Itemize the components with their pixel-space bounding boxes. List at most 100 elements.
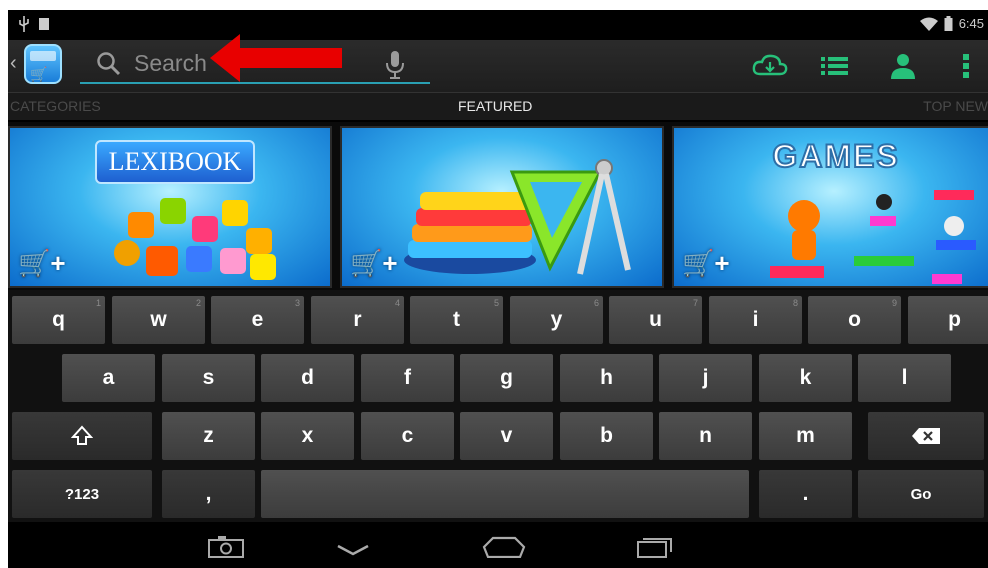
app-tile-icon — [186, 246, 212, 272]
search-icon — [97, 52, 121, 76]
key-a[interactable]: a — [62, 354, 155, 402]
key-m[interactable]: m — [759, 412, 852, 460]
key-s[interactable]: s — [162, 354, 255, 402]
key-x[interactable]: x — [261, 412, 354, 460]
featured-banner-education[interactable]: 🛒+ — [340, 126, 664, 288]
app-logo-icon[interactable]: 🛒 — [24, 44, 62, 84]
app-tile-icon — [192, 216, 218, 242]
user-account-icon[interactable] — [888, 52, 918, 80]
key-label: f — [404, 366, 411, 389]
key-v[interactable]: v — [460, 412, 553, 460]
key-label: ?123 — [64, 485, 100, 503]
status-bar: 6:45 — [8, 10, 988, 40]
compass-illustration — [577, 159, 631, 275]
key-k[interactable]: k — [759, 354, 852, 402]
key-label: h — [600, 366, 613, 389]
key-b[interactable]: b — [560, 412, 653, 460]
microphone-icon[interactable] — [384, 50, 406, 80]
battery-icon — [944, 16, 953, 31]
navigation-bar — [8, 522, 988, 568]
key-u[interactable]: u7 — [609, 296, 702, 344]
key-label: i — [752, 308, 759, 331]
delete-key[interactable] — [868, 412, 984, 460]
action-bar: ‹ 🛒 — [8, 40, 988, 92]
key-label: n — [699, 424, 712, 447]
shift-key[interactable] — [12, 412, 152, 460]
key-label: d — [301, 366, 314, 389]
comma-key[interactable]: , — [162, 470, 255, 518]
key-label: z — [203, 424, 214, 447]
recent-apps-icon[interactable] — [636, 534, 674, 558]
featured-banner-games[interactable]: GAMES 🛒+ — [672, 126, 988, 288]
tab-featured[interactable]: FEATURED — [458, 98, 532, 114]
key-h[interactable]: h — [560, 354, 653, 402]
red-arrow-annotation — [210, 34, 342, 82]
key-o[interactable]: o9 — [808, 296, 901, 344]
key-q[interactable]: q1 — [12, 296, 105, 344]
key-hint: 2 — [195, 298, 201, 308]
key-r[interactable]: r4 — [311, 296, 404, 344]
usb-icon — [19, 16, 29, 32]
on-screen-keyboard: q1w2e3r4t5y6u7i8o9p0asdfghjklzxcvbnm?123… — [8, 290, 988, 522]
screenshot-icon[interactable] — [208, 536, 244, 558]
wifi-icon — [919, 17, 938, 31]
key-label: s — [202, 366, 215, 389]
app-tile-icon — [146, 246, 178, 276]
overflow-menu-icon[interactable] — [960, 52, 972, 80]
featured-banner-lexibook[interactable]: LEXIBOOK 🛒+ — [8, 126, 332, 288]
key-d[interactable]: d — [261, 354, 354, 402]
period-key[interactable]: . — [759, 470, 852, 518]
app-tile-icon — [220, 248, 246, 274]
key-w[interactable]: w2 — [112, 296, 205, 344]
cart-plus-icon: 🛒+ — [18, 248, 66, 278]
key-label: e — [251, 308, 264, 331]
key-label: u — [649, 308, 662, 331]
app-tile-icon — [114, 240, 140, 266]
symbols-key[interactable]: ?123 — [12, 470, 152, 518]
tab-strip: CATEGORIES FEATURED TOP NEW — [8, 92, 988, 120]
home-icon[interactable] — [482, 536, 526, 558]
list-icon[interactable] — [820, 52, 850, 80]
back-chevron-icon[interactable]: ‹ — [10, 52, 17, 75]
device-screen: 6:45 ‹ 🛒 Search CATEGORIES FEATURED TOP … — [8, 10, 988, 568]
key-t[interactable]: t5 — [410, 296, 503, 344]
cart-plus-icon: 🛒+ — [350, 248, 398, 278]
banner-title: GAMES — [771, 137, 900, 175]
key-label: l — [901, 366, 908, 389]
key-l[interactable]: l — [858, 354, 951, 402]
key-label: y — [550, 308, 563, 331]
backspace-icon — [912, 428, 940, 444]
key-g[interactable]: g — [460, 354, 553, 402]
cloud-download-icon[interactable] — [752, 52, 788, 80]
go-key[interactable]: Go — [858, 470, 984, 518]
hide-keyboard-icon[interactable] — [336, 544, 370, 556]
key-label: o — [848, 308, 861, 331]
key-hint: 7 — [692, 298, 698, 308]
key-n[interactable]: n — [659, 412, 752, 460]
key-j[interactable]: j — [659, 354, 752, 402]
key-f[interactable]: f — [361, 354, 454, 402]
key-hint: 6 — [593, 298, 599, 308]
app-tile-icon — [128, 212, 154, 238]
tab-categories[interactable]: CATEGORIES — [10, 98, 101, 114]
app-tile-icon — [250, 254, 276, 280]
cart-plus-icon: 🛒 — [30, 66, 48, 82]
app-tile-icon — [222, 200, 248, 226]
key-p[interactable]: p0 — [908, 296, 988, 344]
status-time: 6:45 — [958, 16, 984, 31]
key-i[interactable]: i8 — [709, 296, 802, 344]
key-y[interactable]: y6 — [510, 296, 603, 344]
space-key[interactable] — [261, 470, 749, 518]
notification-icon — [39, 18, 49, 30]
key-hint: 4 — [394, 298, 400, 308]
key-label: g — [500, 366, 513, 389]
key-label: j — [702, 366, 709, 389]
tab-top-new[interactable]: TOP NEW — [923, 98, 988, 114]
app-logo-label-plate — [30, 51, 56, 61]
key-label: m — [796, 424, 815, 447]
key-label: Go — [910, 485, 932, 503]
key-c[interactable]: c — [361, 412, 454, 460]
key-z[interactable]: z — [162, 412, 255, 460]
key-e[interactable]: e3 — [211, 296, 304, 344]
key-label: x — [301, 424, 314, 447]
